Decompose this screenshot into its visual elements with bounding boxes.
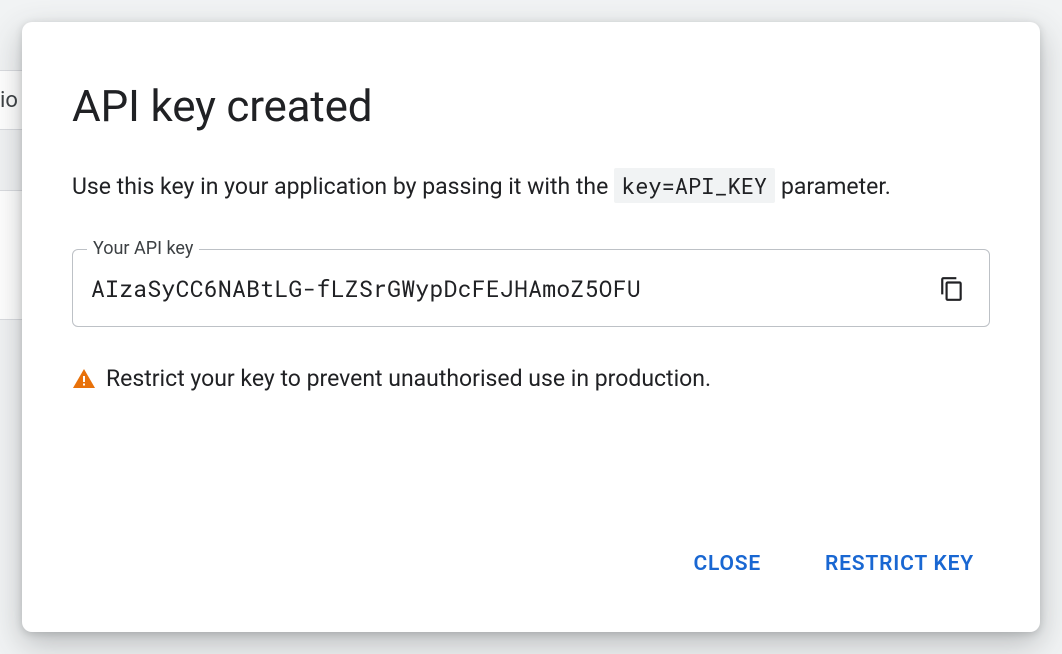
warning-row: Restrict your key to prevent unauthorise… [72,365,990,392]
background-row [0,190,22,320]
api-key-created-dialog: API key created Use this key in your app… [22,22,1040,632]
api-key-value[interactable] [91,274,921,304]
description-text-post: parameter. [781,173,891,200]
copy-icon [939,276,965,302]
warning-icon [72,367,96,391]
close-button[interactable]: CLOSE [689,544,765,584]
description-code: key=API_KEY [614,168,775,203]
api-key-field: Your API key [72,249,990,327]
warning-text: Restrict your key to prevent unauthorise… [106,365,711,392]
dialog-actions: CLOSE RESTRICT KEY [72,544,990,592]
dialog-description: Use this key in your application by pass… [72,170,990,203]
dialog-title: API key created [72,80,990,132]
description-text-pre: Use this key in your application by pass… [72,173,614,200]
restrict-key-button[interactable]: RESTRICT KEY [821,544,978,584]
copy-button[interactable] [933,270,971,308]
api-key-field-label: Your API key [87,238,199,259]
background-partial-text: io [0,88,18,113]
